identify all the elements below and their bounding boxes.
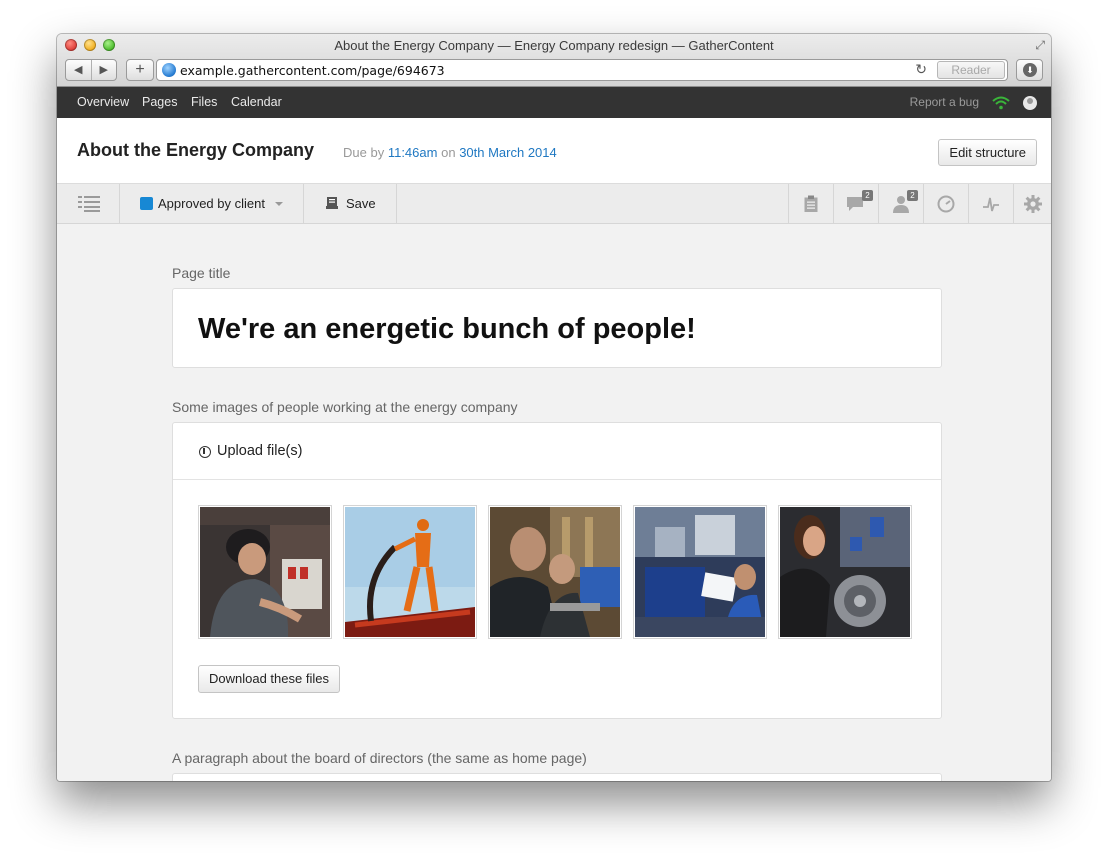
- page-content: Page title We're an energetic bunch of p…: [57, 224, 1051, 781]
- wifi-icon: [992, 96, 1010, 110]
- due-date-text: Due by 11:46am on 30th March 2014: [343, 145, 557, 160]
- add-bookmark-button[interactable]: +: [126, 59, 154, 81]
- download-icon: ⬇: [1023, 63, 1037, 77]
- back-button[interactable]: ◀: [66, 60, 91, 80]
- due-time-link[interactable]: 11:46am: [388, 145, 438, 160]
- activity-icon: [983, 197, 999, 211]
- image-thumbnail-engineers[interactable]: [488, 505, 622, 639]
- upload-label[interactable]: Upload file(s): [217, 443, 302, 459]
- downloads-button[interactable]: ⬇: [1016, 59, 1043, 81]
- settings-button[interactable]: [1013, 184, 1051, 223]
- app-top-nav: Overview Pages Files Calendar Report a b…: [57, 87, 1051, 118]
- upload-row[interactable]: Upload file(s): [173, 423, 941, 480]
- history-nav: ◀ ▶: [65, 59, 117, 81]
- nav-item-pages[interactable]: Pages: [142, 87, 177, 118]
- technician-photo: [780, 507, 910, 637]
- worker-sky-photo: [345, 507, 475, 637]
- page-list-toggle[interactable]: [57, 184, 120, 223]
- nav-item-calendar[interactable]: Calendar: [231, 87, 282, 118]
- lab-worker-photo: [635, 507, 765, 637]
- electrician-photo: [200, 507, 330, 637]
- comments-button[interactable]: 2: [833, 184, 878, 223]
- status-label: Approved by client: [158, 196, 265, 211]
- image-thumbnail-electrician[interactable]: [198, 505, 332, 639]
- fullscreen-icon[interactable]: ⤢: [1035, 38, 1045, 53]
- page-title-value[interactable]: We're an energetic bunch of people!: [198, 313, 696, 346]
- due-on: on: [441, 145, 456, 160]
- browser-window: About the Energy Company — Energy Compan…: [57, 34, 1051, 781]
- status-color-swatch: [140, 197, 153, 210]
- gear-icon: [1023, 194, 1042, 213]
- url-text[interactable]: example.gathercontent.com/page/694673: [180, 63, 445, 78]
- people-count-badge: 2: [907, 190, 918, 201]
- nav-item-overview[interactable]: Overview: [77, 87, 129, 118]
- save-icon: [326, 197, 338, 209]
- page-toolbar: Approved by client Save 2 2: [57, 184, 1051, 224]
- page-header: About the Energy Company Due by 11:46am …: [57, 118, 1051, 184]
- list-icon: [78, 196, 100, 212]
- save-button[interactable]: Save: [304, 184, 397, 223]
- image-thumbnail-technician[interactable]: [778, 505, 912, 639]
- clipboard-icon: [804, 195, 818, 212]
- images-field-label: Some images of people working at the ene…: [172, 399, 518, 415]
- due-date-link[interactable]: 30th March 2014: [459, 145, 557, 160]
- engineers-photo: [490, 507, 620, 637]
- download-files-button[interactable]: Download these files: [198, 665, 340, 693]
- clock-icon: [937, 195, 955, 212]
- image-thumbnail-lab-worker[interactable]: [633, 505, 767, 639]
- paragraph-field[interactable]: [172, 773, 942, 781]
- history-button[interactable]: [923, 184, 968, 223]
- save-label: Save: [346, 196, 376, 211]
- status-dropdown[interactable]: Approved by client: [120, 184, 304, 223]
- due-prefix: Due by: [343, 145, 385, 160]
- images-field: Upload file(s) Download these files: [172, 422, 942, 719]
- address-bar[interactable]: example.gathercontent.com/page/694673 ↻ …: [156, 59, 1008, 81]
- reload-icon[interactable]: ↻: [915, 61, 927, 78]
- upload-icon: [199, 446, 211, 458]
- report-bug-link[interactable]: Report a bug: [910, 87, 979, 118]
- comments-count-badge: 2: [862, 190, 873, 201]
- notes-button[interactable]: [788, 184, 833, 223]
- forward-button[interactable]: ▶: [90, 60, 117, 80]
- nav-item-files[interactable]: Files: [191, 87, 217, 118]
- reader-button[interactable]: Reader: [937, 61, 1005, 79]
- edit-structure-button[interactable]: Edit structure: [938, 139, 1037, 166]
- window-title: About the Energy Company — Energy Compan…: [334, 38, 774, 53]
- people-button[interactable]: 2: [878, 184, 923, 223]
- page-title-field[interactable]: We're an energetic bunch of people!: [172, 288, 942, 368]
- paragraph-field-label: A paragraph about the board of directors…: [172, 750, 587, 766]
- image-thumbnail-worker-sky[interactable]: [343, 505, 477, 639]
- browser-chrome: About the Energy Company — Energy Compan…: [57, 34, 1051, 87]
- globe-icon: [162, 63, 176, 77]
- user-avatar[interactable]: [1023, 96, 1037, 110]
- chevron-down-icon: [275, 202, 283, 206]
- page-title-field-label: Page title: [172, 265, 231, 281]
- page-title: About the Energy Company: [77, 140, 315, 160]
- activity-button[interactable]: [968, 184, 1013, 223]
